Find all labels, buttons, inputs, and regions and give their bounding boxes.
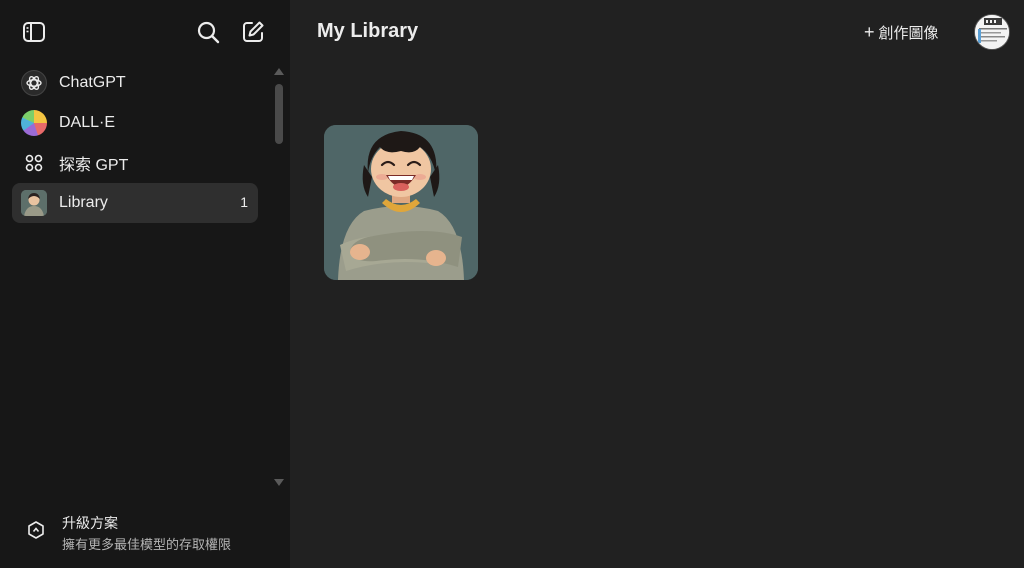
sidebar-item-explore-gpt[interactable]: 探索 GPT <box>12 143 258 183</box>
toggle-sidebar-button[interactable] <box>20 18 48 46</box>
search-icon <box>197 21 220 44</box>
sidebar-toggle-icon <box>23 22 45 42</box>
sidebar: ChatGPT DALL·E 探索 GPT Library 1 升級方案 擁有更… <box>0 0 290 568</box>
create-image-button[interactable]: + 創作圖像 <box>856 16 947 48</box>
sidebar-item-library[interactable]: Library 1 <box>12 183 258 223</box>
openai-logo-icon <box>21 70 47 96</box>
upgrade-plan-button[interactable]: 升級方案 擁有更多最佳模型的存取權限 <box>12 502 274 558</box>
dalle-logo-icon <box>21 110 47 136</box>
avatar[interactable] <box>974 14 1010 50</box>
sidebar-item-label: 探索 GPT <box>59 157 129 174</box>
upgrade-hexagon-icon <box>28 521 44 539</box>
sidebar-item-label: ChatGPT <box>59 74 126 91</box>
scrollbar-thumb[interactable] <box>275 84 283 144</box>
page-title: My Library <box>317 20 419 42</box>
sidebar-header <box>0 0 290 64</box>
scroll-down-arrow-icon[interactable] <box>274 479 284 486</box>
library-thumbnail <box>21 190 47 216</box>
search-button[interactable] <box>194 18 222 46</box>
laughing-child-image <box>324 125 478 280</box>
library-count-badge: 1 <box>240 194 248 210</box>
new-chat-button[interactable] <box>239 18 267 46</box>
sidebar-item-chatgpt[interactable]: ChatGPT <box>12 63 258 103</box>
upgrade-subtitle: 擁有更多最佳模型的存取權限 <box>62 537 232 552</box>
scroll-up-arrow-icon[interactable] <box>274 68 284 75</box>
user-avatar-image <box>975 15 1009 49</box>
sidebar-item-label: Library <box>59 194 108 211</box>
library-image-card[interactable] <box>324 125 478 280</box>
plus-icon: + <box>864 22 875 42</box>
edit-icon <box>243 21 264 42</box>
sidebar-scrollbar[interactable] <box>272 66 286 492</box>
main-panel: My Library + 創作圖像 <box>290 0 1024 568</box>
sidebar-item-label: DALL·E <box>59 114 116 131</box>
upgrade-title: 升級方案 <box>62 515 118 531</box>
grid-dots-icon <box>21 150 47 176</box>
create-image-label: 創作圖像 <box>878 24 939 42</box>
sidebar-nav: ChatGPT DALL·E 探索 GPT Library 1 <box>12 63 258 223</box>
sidebar-item-dalle[interactable]: DALL·E <box>12 103 258 143</box>
